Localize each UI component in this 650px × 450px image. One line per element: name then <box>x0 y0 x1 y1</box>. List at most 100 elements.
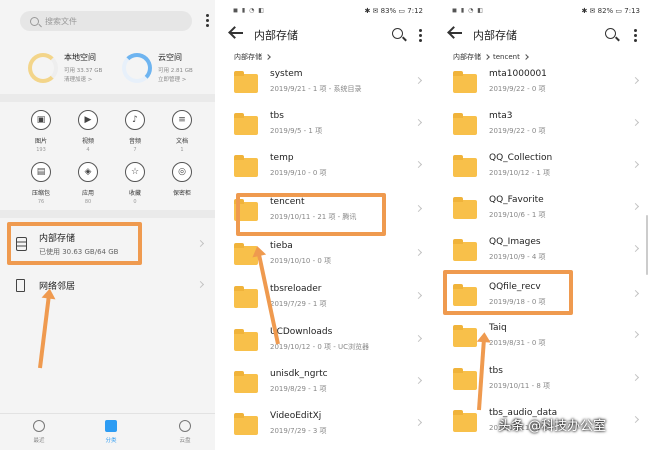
folder-row[interactable]: QQ_Images 2019/10/9 - 4 项 <box>437 232 650 274</box>
back-arrow-icon[interactable] <box>231 32 243 34</box>
search-bar[interactable]: 搜索文件 <box>20 11 192 31</box>
screenshot-collage: 搜索文件 本地空间 可用 33.37 GB 清理加速 > 云空间 可用 2.81… <box>0 0 650 450</box>
cloud-storage-card[interactable]: 云空间 可用 2.81 GB 立即管理 > <box>122 40 193 95</box>
folder-row[interactable]: tbsreloader 2019/7/29 - 1 项 <box>218 279 433 321</box>
folder-row[interactable]: temp 2019/9/10 - 0 项 <box>218 148 433 190</box>
chevron-right-icon <box>196 280 205 289</box>
chevron-right-icon <box>631 202 640 211</box>
clock-icon <box>33 420 45 432</box>
more-menu-icon[interactable] <box>205 14 209 27</box>
chevron-right-icon <box>631 415 640 424</box>
chevron-right-icon <box>414 118 423 127</box>
chevron-right-icon <box>631 160 640 169</box>
folder-name: QQ_Collection <box>489 153 553 163</box>
cloud-storage-ring <box>122 52 152 83</box>
category-audio[interactable]: ♪ 音频 7 <box>115 110 155 153</box>
folder-meta: 2019/8/29 - 1 项 <box>270 385 327 393</box>
divider <box>0 210 215 218</box>
category-documents[interactable]: ≡ 文档 1 <box>162 110 202 153</box>
chevron-right-icon <box>631 76 640 85</box>
top-bar: 内部存储 <box>437 22 650 48</box>
chevron-right-icon <box>196 239 205 248</box>
folder-row[interactable]: VideoEditXj 2019/7/29 - 3 项 <box>218 406 433 448</box>
category-count: 193 <box>36 147 46 153</box>
internal-storage-panel: ◼ ▮ ◔ ◧ ✱ ✉ 83% ▭ 7:12 内部存储 内部存储 system 2… <box>218 0 433 450</box>
category-label: 文档 <box>175 138 188 145</box>
network-neighborhood-row[interactable]: 网络邻居 <box>0 268 215 302</box>
folder-meta: 2019/10/12 - 1 项 <box>489 169 551 177</box>
folder-name: VideoEditXj <box>270 411 322 421</box>
folder-row[interactable]: unisdk_ngrtc 2019/8/29 - 1 项 <box>218 364 433 406</box>
folder-name: temp <box>270 153 294 163</box>
folder-row[interactable]: mta1000001 2019/9/22 - 0 项 <box>437 64 650 106</box>
image-icon: ▣ <box>31 110 51 130</box>
status-icons-left: ◼ ▮ ◔ ◧ <box>233 7 265 14</box>
breadcrumb: 内部存储 <box>234 52 271 62</box>
folder-name: QQ_Images <box>489 237 541 247</box>
category-favorites[interactable]: ☆ 收藏 0 <box>115 162 155 205</box>
status-icons-left: ◼ ▮ ◔ ◧ <box>452 7 484 14</box>
cloud-storage-title: 云空间 <box>158 53 182 62</box>
category-archives[interactable]: ▤ 压缩包 76 <box>21 162 61 205</box>
breadcrumb-item[interactable]: tencent <box>493 53 520 61</box>
chevron-right-icon <box>414 204 423 213</box>
nav-category[interactable]: 分类 <box>96 420 126 444</box>
category-safe[interactable]: ◎ 保密柜 <box>162 162 202 199</box>
nav-recent[interactable]: 最近 <box>24 420 54 444</box>
cloud-storage-action[interactable]: 立即管理 > <box>158 75 193 83</box>
nav-cloud[interactable]: 云盘 <box>170 420 200 444</box>
breadcrumb-item[interactable]: 内部存储 <box>453 52 481 62</box>
chevron-right-icon <box>414 76 423 85</box>
app-icon: ◈ <box>78 162 98 182</box>
folder-name: Taiq <box>489 323 507 333</box>
folder-name: tbs <box>489 366 503 376</box>
scrollbar[interactable] <box>646 215 648 275</box>
category-label: 保密柜 <box>172 190 191 197</box>
more-menu-icon[interactable] <box>633 29 637 42</box>
chevron-right-icon <box>265 54 271 60</box>
cloud-storage-detail: 可用 2.81 GB <box>158 68 193 74</box>
category-label: 应用 <box>81 190 94 197</box>
folder-row[interactable]: system 2019/9/21 - 1 项 - 系统目录 <box>218 64 433 106</box>
folder-icon <box>234 113 258 135</box>
folder-row[interactable]: tieba 2019/10/10 - 0 项 <box>218 236 433 278</box>
category-label: 压缩包 <box>31 190 50 197</box>
folder-name: tbsreloader <box>270 284 322 294</box>
status-icons-right: ✱ ✉ 83% ▭ 7:12 <box>364 7 423 15</box>
highlight-box <box>443 270 573 315</box>
category-apps[interactable]: ◈ 应用 80 <box>68 162 108 205</box>
music-icon: ♪ <box>125 110 145 130</box>
folder-row[interactable]: QQ_Collection 2019/10/12 - 1 项 <box>437 148 650 190</box>
folder-icon <box>453 113 477 135</box>
local-storage-action[interactable]: 清理加速 > <box>64 75 102 83</box>
network-device-icon <box>16 278 25 292</box>
folder-row[interactable]: tbs 2019/10/11 - 8 项 <box>437 361 650 403</box>
breadcrumb-item[interactable]: 内部存储 <box>234 52 262 62</box>
more-menu-icon[interactable] <box>418 29 422 42</box>
folder-name: UCDownloads <box>270 327 333 337</box>
folder-row[interactable]: UCDownloads 2019/10/12 - 0 项 - UC浏览器 <box>218 322 433 364</box>
category-videos[interactable]: ▶ 视频 4 <box>68 110 108 153</box>
folder-icon <box>234 371 258 393</box>
category-count: 76 <box>37 199 45 205</box>
search-icon[interactable] <box>392 28 403 39</box>
video-icon: ▶ <box>78 110 98 130</box>
safe-icon: ◎ <box>172 162 192 182</box>
panel-gap <box>215 0 218 450</box>
document-icon: ≡ <box>172 110 192 130</box>
local-storage-card[interactable]: 本地空间 可用 33.37 GB 清理加速 > <box>28 40 102 95</box>
folder-icon <box>234 71 258 93</box>
folder-icon <box>234 413 258 435</box>
file-manager-category-panel: 搜索文件 本地空间 可用 33.37 GB 清理加速 > 云空间 可用 2.81… <box>0 0 215 450</box>
back-arrow-icon[interactable] <box>450 32 462 34</box>
folder-row[interactable]: tbs 2019/9/5 - 1 项 <box>218 106 433 148</box>
folder-row[interactable]: QQ_Favorite 2019/10/6 - 1 项 <box>437 190 650 232</box>
highlight-box <box>7 222 142 265</box>
chevron-right-icon <box>631 373 640 382</box>
folder-row[interactable]: Taiq 2019/8/31 - 0 项 <box>437 318 650 360</box>
search-icon[interactable] <box>605 28 616 39</box>
folder-row[interactable]: mta3 2019/9/22 - 0 项 <box>437 106 650 148</box>
category-images[interactable]: ▣ 图片 193 <box>21 110 61 153</box>
folder-meta: 2019/8/31 - 0 项 <box>489 339 546 347</box>
local-storage-detail: 可用 33.37 GB <box>64 68 103 74</box>
